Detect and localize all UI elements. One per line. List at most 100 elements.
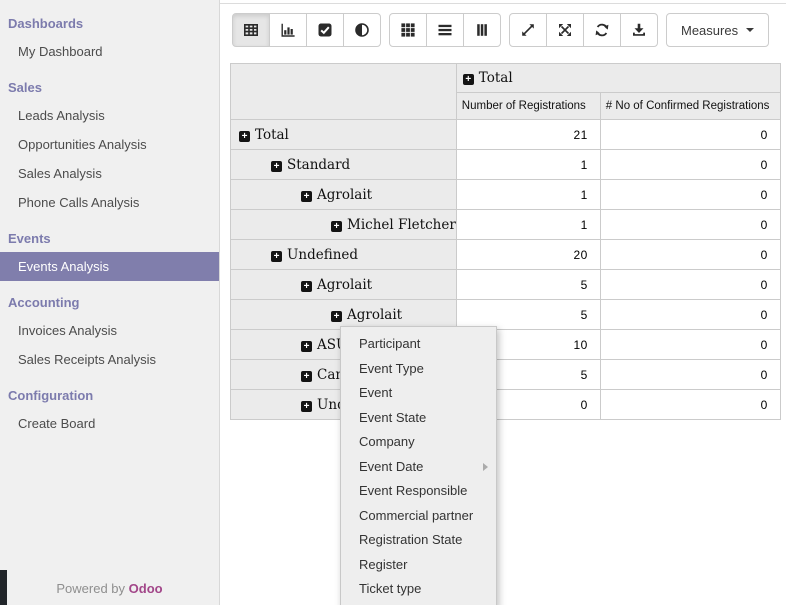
refresh-icon [594, 22, 610, 38]
row-label: Agrolait [317, 187, 372, 203]
adjust-view-button[interactable] [343, 13, 381, 47]
row-header-standard[interactable]: Standard [231, 150, 457, 180]
sidebar-item-leads-analysis[interactable]: Leads Analysis [0, 101, 219, 130]
measure-header-registrations: Number of Registrations [456, 93, 600, 120]
download-icon [631, 22, 647, 38]
row-header-michel-fletcher[interactable]: Michel Fletcher [231, 210, 457, 240]
expand-plus-icon[interactable] [301, 401, 312, 412]
pivot-value-cell: 1 [456, 180, 600, 210]
column-group-header-row: Total [231, 64, 781, 93]
sidebar-item-invoices-analysis[interactable]: Invoices Analysis [0, 316, 219, 345]
content-top-divider [220, 3, 786, 4]
black-corner-artifact [0, 570, 7, 605]
menu-item-event-date[interactable]: Event Date [341, 455, 496, 480]
expand-all-button[interactable] [546, 13, 584, 47]
submenu-arrow-icon [483, 463, 488, 471]
sidebar-item-phone-calls-analysis[interactable]: Phone Calls Analysis [0, 188, 219, 217]
row-header-total[interactable]: Total [231, 120, 457, 150]
measures-label: Measures [681, 23, 738, 38]
table-row: Cam 5 0 [231, 360, 781, 390]
row-header-undefined[interactable]: Undefined [231, 240, 457, 270]
menu-item-event-state[interactable]: Event State [341, 406, 496, 431]
measures-dropdown-button[interactable]: Measures [666, 13, 769, 47]
download-button[interactable] [620, 13, 658, 47]
expand-plus-icon[interactable] [463, 74, 474, 85]
app-window: Dashboards My Dashboard Sales Leads Anal… [0, 0, 786, 605]
sidebar-item-create-board[interactable]: Create Board [0, 409, 219, 438]
row-header-agrolait[interactable]: Agrolait [231, 180, 457, 210]
pivot-value-cell: 1 [456, 150, 600, 180]
list-mode-button[interactable] [426, 13, 464, 47]
pivot-corner-cell [231, 64, 457, 120]
menu-item-ticket-type[interactable]: Ticket type [341, 577, 496, 602]
pivot-value-cell: 1 [456, 210, 600, 240]
expand-plus-icon[interactable] [301, 191, 312, 202]
bar-chart-icon [280, 22, 296, 38]
expand-plus-icon[interactable] [271, 161, 282, 172]
pivot-value-cell: 0 [600, 120, 780, 150]
expand-plus-icon[interactable] [301, 281, 312, 292]
arrows-icon [557, 22, 573, 38]
bar-chart-view-button[interactable] [269, 13, 307, 47]
pivot-value-cell: 0 [600, 390, 780, 420]
grid-icon [400, 22, 416, 38]
caret-down-icon [746, 28, 754, 32]
expand-plus-icon[interactable] [331, 311, 342, 322]
expand-plus-icon[interactable] [239, 131, 250, 142]
sidebar-item-opportunities-analysis[interactable]: Opportunities Analysis [0, 130, 219, 159]
row-header-agrolait[interactable]: Agrolait [231, 300, 457, 330]
row-header-agrolait[interactable]: Agrolait [231, 270, 457, 300]
sidebar-section-configuration: Configuration [0, 374, 219, 409]
sidebar-item-sales-receipts-analysis[interactable]: Sales Receipts Analysis [0, 345, 219, 374]
pivot-value-cell: 0 [600, 360, 780, 390]
expand-plus-icon[interactable] [301, 371, 312, 382]
expand-plus-icon[interactable] [271, 251, 282, 262]
table-row: Undefined 20 0 [231, 240, 781, 270]
menu-item-event-responsible[interactable]: Event Responsible [341, 479, 496, 504]
menu-item-label: Event Date [359, 459, 423, 474]
row-label: Michel Fletcher [347, 217, 456, 233]
menu-item-commercial-partner[interactable]: Commercial partner [341, 504, 496, 529]
odoo-brand-link[interactable]: Odoo [129, 581, 163, 596]
check-square-icon [317, 22, 333, 38]
table-row: Und 0 0 [231, 390, 781, 420]
sidebar-section-sales: Sales [0, 66, 219, 101]
menu-item-event[interactable]: Event [341, 381, 496, 406]
sidebar-item-sales-analysis[interactable]: Sales Analysis [0, 159, 219, 188]
menu-item-event-type[interactable]: Event Type [341, 357, 496, 382]
pivot-value-cell: 0 [600, 180, 780, 210]
row-label: Undefined [287, 247, 358, 263]
expand-plus-icon[interactable] [331, 221, 342, 232]
pivot-value-cell: 0 [600, 330, 780, 360]
pivot-value-cell: 5 [456, 300, 600, 330]
table-row: Michel Fletcher 1 0 [231, 210, 781, 240]
pivot-value-cell: 0 [600, 240, 780, 270]
pivot-value-cell: 0 [600, 300, 780, 330]
column-group-header-total[interactable]: Total [456, 64, 780, 93]
menu-item-registration-state[interactable]: Registration State [341, 528, 496, 553]
expand-plus-icon[interactable] [301, 341, 312, 352]
sidebar: Dashboards My Dashboard Sales Leads Anal… [0, 0, 220, 605]
sidebar-section-accounting: Accounting [0, 281, 219, 316]
row-label: Standard [287, 157, 350, 173]
pivot-value-cell: 5 [456, 270, 600, 300]
sidebar-item-events-analysis[interactable]: Events Analysis [0, 252, 219, 281]
menu-item-company[interactable]: Company [341, 430, 496, 455]
sidebar-item-my-dashboard[interactable]: My Dashboard [0, 37, 219, 66]
grid-mode-button[interactable] [389, 13, 427, 47]
pivot-value-cell: 0 [600, 210, 780, 240]
measures-group: Measures [666, 13, 769, 47]
expand-header-button[interactable] [509, 13, 547, 47]
table-view-button[interactable] [232, 13, 270, 47]
row-label: Agrolait [347, 307, 402, 323]
measure-header-confirmed-registrations: # No of Confirmed Registrations [600, 93, 780, 120]
groupby-context-menu: Participant Event Type Event Event State… [340, 326, 497, 605]
main-content: Measures Total Number of Registrations #… [220, 0, 786, 605]
check-square-view-button[interactable] [306, 13, 344, 47]
view-switcher-group [232, 13, 381, 47]
refresh-button[interactable] [583, 13, 621, 47]
columns-mode-button[interactable] [463, 13, 501, 47]
menu-item-participant[interactable]: Participant [341, 332, 496, 357]
pivot-value-cell: 21 [456, 120, 600, 150]
menu-item-register[interactable]: Register [341, 553, 496, 578]
